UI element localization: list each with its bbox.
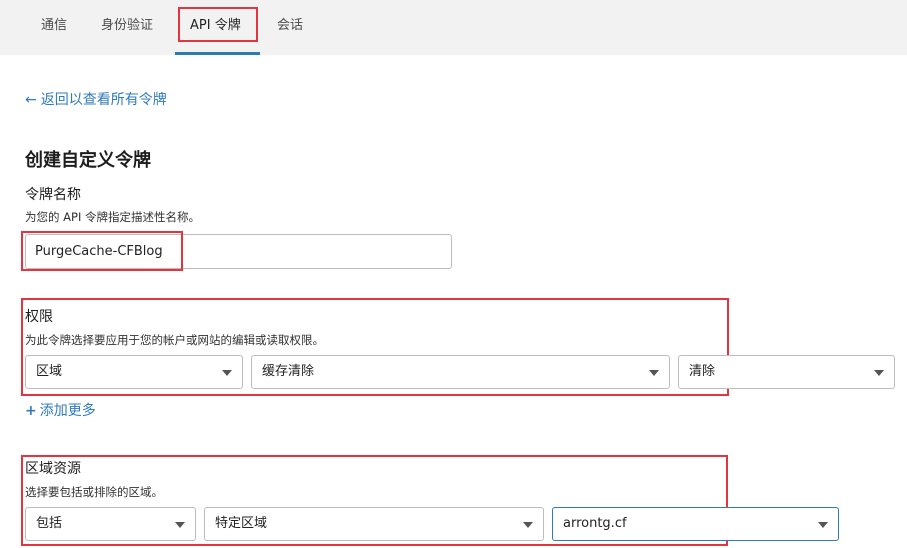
zone-value: arrontg.cf — [563, 516, 627, 531]
tab-bar: 通信 身份验证 API 令牌 会话 — [0, 0, 907, 55]
permission-scope-value: 区域 — [36, 364, 63, 379]
permissions-label: 权限 — [25, 309, 53, 325]
plus-icon: + — [25, 403, 37, 419]
permission-group-value: 缓存清除 — [262, 364, 315, 379]
tab-sessions[interactable]: 会话 — [277, 0, 303, 55]
permission-level-value: 清除 — [689, 364, 716, 379]
tab-authentication[interactable]: 身份验证 — [101, 0, 153, 55]
token-name-input[interactable] — [25, 234, 452, 269]
zone-include-select[interactable]: 包括 — [25, 507, 196, 541]
zone-include-value: 包括 — [36, 516, 63, 531]
back-to-tokens-link[interactable]: ← 返回以查看所有令牌 — [25, 89, 167, 109]
chevron-down-icon — [175, 522, 185, 528]
zone-scope-value: 特定区域 — [215, 516, 268, 531]
permission-level-select[interactable]: 清除 — [678, 355, 895, 389]
active-tab-indicator — [175, 52, 260, 55]
tab-communication[interactable]: 通信 — [41, 0, 67, 55]
chevron-down-icon — [523, 522, 533, 528]
zone-select[interactable]: arrontg.cf — [552, 507, 839, 541]
chevron-down-icon — [222, 370, 232, 376]
add-more-label: 添加更多 — [39, 403, 96, 419]
tab-api-tokens[interactable]: API 令牌 — [190, 0, 241, 55]
add-more-button[interactable]: + 添加更多 — [25, 400, 96, 420]
permission-group-select[interactable]: 缓存清除 — [251, 355, 670, 389]
token-name-label: 令牌名称 — [25, 187, 81, 203]
permissions-hint: 为此令牌选择要应用于您的帐户或网站的编辑或读取权限。 — [25, 333, 324, 347]
chevron-down-icon — [649, 370, 659, 376]
back-link-label: 返回以查看所有令牌 — [40, 92, 167, 108]
arrow-left-icon: ← — [25, 92, 37, 108]
zone-resources-hint: 选择要包括或排除的区域。 — [25, 485, 163, 499]
chevron-down-icon — [874, 370, 884, 376]
permission-scope-select[interactable]: 区域 — [25, 355, 243, 389]
chevron-down-icon — [818, 522, 828, 528]
zone-scope-select[interactable]: 特定区域 — [204, 507, 544, 541]
token-name-hint: 为您的 API 令牌指定描述性名称。 — [25, 210, 201, 224]
zone-resources-label: 区域资源 — [25, 461, 81, 477]
page-title: 创建自定义令牌 — [25, 150, 151, 171]
